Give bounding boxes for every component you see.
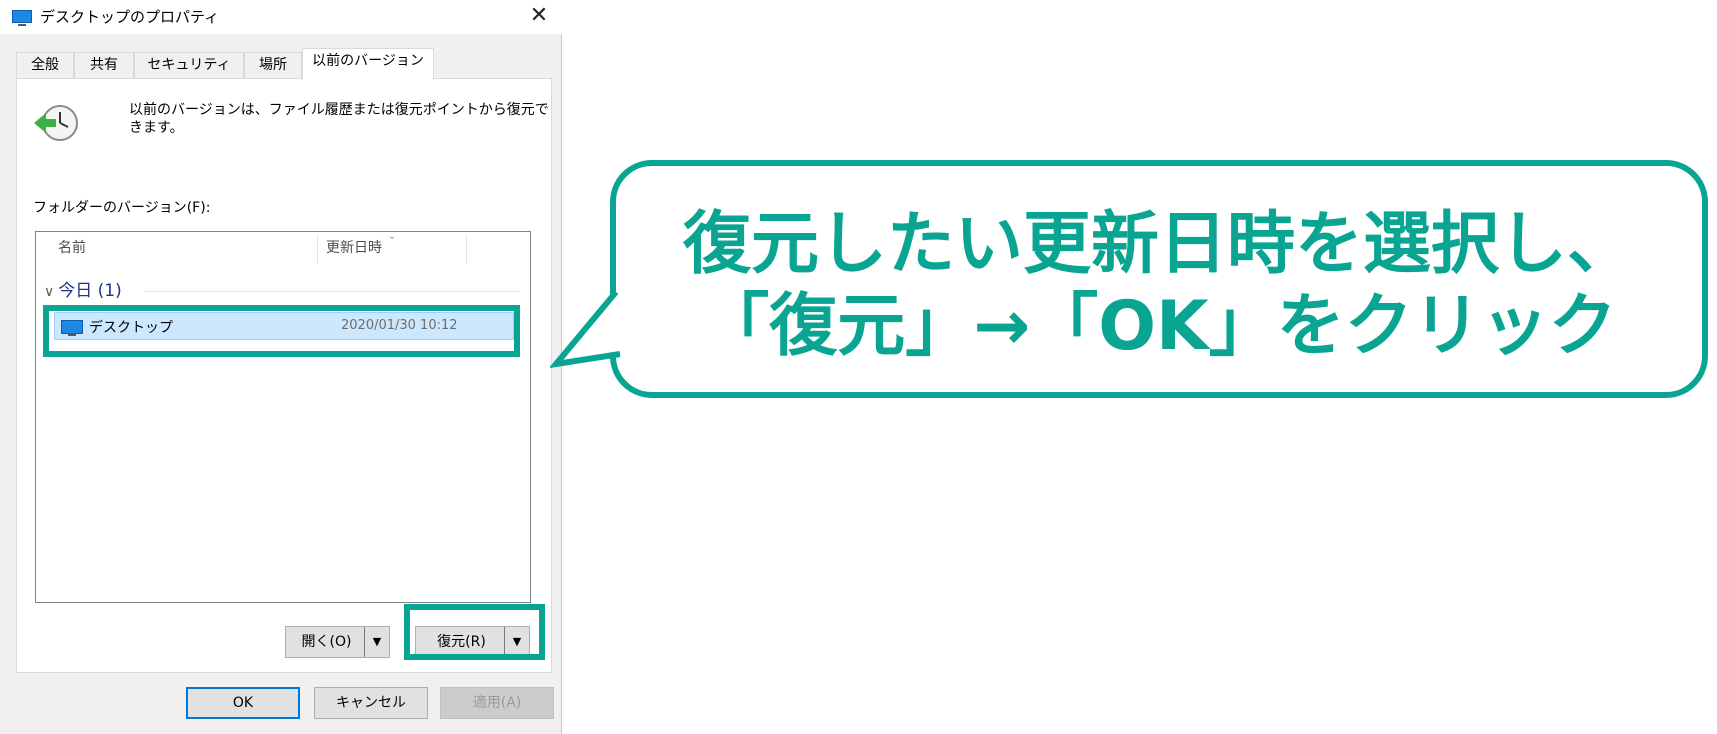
callout-tail	[550, 290, 621, 368]
chevron-down-icon[interactable]: ▼	[364, 627, 389, 657]
apply-button[interactable]: 適用(A)	[440, 687, 554, 719]
previous-versions-panel: 以前のバージョンは、ファイル履歴または復元ポイントから復元で きます。 フォルダ…	[16, 78, 552, 673]
title-bar[interactable]: デスクトップのプロパティ ✕	[0, 0, 562, 34]
instruction-callout: 復元したい更新日時を選択し、 「復元」→「OK」をクリック	[610, 160, 1708, 398]
cancel-button[interactable]: キャンセル	[314, 687, 428, 719]
group-label: 今日 (1)	[58, 281, 122, 301]
column-separator[interactable]	[317, 234, 318, 264]
open-button-label: 開く(O)	[301, 634, 352, 650]
callout-text: 復元したい更新日時を選択し、 「復元」→「OK」をクリック	[682, 205, 1635, 366]
column-separator[interactable]	[466, 234, 467, 264]
tab-security[interactable]: セキュリティ	[134, 52, 244, 78]
column-header-name[interactable]: 名前	[58, 232, 308, 264]
group-header-today[interactable]: ∨ 今日 (1)	[44, 280, 524, 302]
clock-restore-icon	[34, 105, 78, 141]
sort-arrow-icon: ⌄	[388, 231, 397, 242]
chevron-down-icon[interactable]: ∨	[44, 284, 54, 300]
row-highlight-box	[43, 305, 520, 357]
versions-list[interactable]: 名前 更新日時 ⌄ ∨ 今日 (1) デスクトップ 2020/01/30 10:1…	[35, 231, 531, 603]
folder-versions-label: フォルダーのバージョン(F):	[33, 200, 211, 216]
tab-previous-versions[interactable]: 以前のバージョン	[302, 48, 434, 80]
open-button[interactable]: 開く(O) ▼	[285, 626, 390, 658]
tab-location[interactable]: 場所	[244, 52, 302, 78]
restore-highlight-box	[404, 604, 545, 660]
tab-sharing[interactable]: 共有	[74, 52, 134, 78]
monitor-icon	[12, 10, 32, 26]
window-title: デスクトップのプロパティ	[40, 8, 220, 26]
group-divider	[144, 291, 520, 292]
close-icon[interactable]: ✕	[526, 2, 552, 30]
description-text: 以前のバージョンは、ファイル履歴または復元ポイントから復元で きます。	[129, 102, 549, 136]
ok-button[interactable]: OK	[186, 687, 300, 719]
tab-general[interactable]: 全般	[16, 52, 74, 78]
